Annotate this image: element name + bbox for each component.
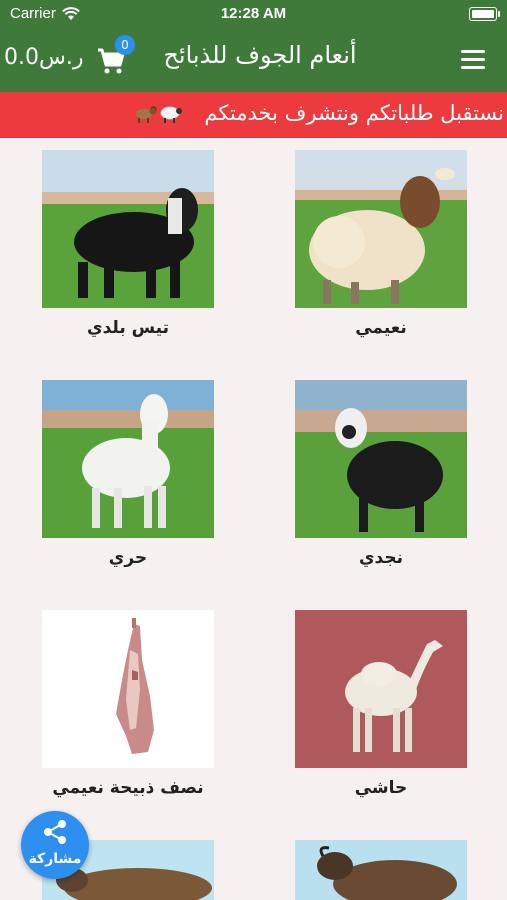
- product-image: [42, 150, 214, 308]
- ram-emoji-icon: [136, 106, 157, 123]
- app-header: 0.0ر.س 0 أنعام الجوف للذبائح: [0, 28, 507, 92]
- product-name: حري: [108, 548, 148, 568]
- product-image: [42, 610, 214, 768]
- share-label: مشاركة: [28, 851, 82, 867]
- product-grid: نعيمي تيس بلدي نجدي حري حاشي نصف ذبيحة ن…: [0, 138, 507, 900]
- cart-total: 0.0ر.س: [4, 45, 84, 70]
- product-card[interactable]: حري: [42, 380, 214, 568]
- product-image: [295, 150, 467, 308]
- battery-icon: [469, 7, 500, 21]
- product-card[interactable]: نصف ذبيحة نعيمي: [42, 610, 214, 798]
- status-bar: Carrier 12:28 AM: [0, 0, 507, 28]
- announcement-ticker: نستقبل طلباتكم ونتشرف بخدمتكم: [0, 92, 507, 138]
- product-name: نجدي: [358, 548, 404, 568]
- product-card[interactable]: نعيمي: [295, 150, 467, 338]
- app-title: أنعام الجوف للذبائح: [163, 41, 357, 69]
- product-card[interactable]: حاشي: [295, 610, 467, 798]
- menu-icon[interactable]: [461, 50, 485, 70]
- product-card[interactable]: [295, 840, 467, 900]
- product-card[interactable]: نجدي: [295, 380, 467, 568]
- product-name: نعيمي: [355, 318, 407, 338]
- ticker-text: نستقبل طلباتكم ونتشرف بخدمتكم: [204, 101, 504, 125]
- share-icon: [44, 820, 66, 844]
- product-name: حاشي: [354, 778, 408, 798]
- clock: 12:28 AM: [220, 5, 287, 22]
- product-image: [42, 380, 214, 538]
- product-image: [295, 840, 467, 900]
- product-image: [295, 380, 467, 538]
- cart-count-badge: 0: [115, 35, 135, 55]
- product-name: نصف ذبيحة نعيمي: [52, 778, 204, 798]
- product-card[interactable]: تيس بلدي: [42, 150, 214, 338]
- sheep-emoji-icon: [160, 106, 182, 123]
- product-image: [295, 610, 467, 768]
- product-name: تيس بلدي: [87, 318, 169, 338]
- sheep-emoji-icons: [134, 102, 183, 124]
- share-button[interactable]: مشاركة: [21, 811, 89, 879]
